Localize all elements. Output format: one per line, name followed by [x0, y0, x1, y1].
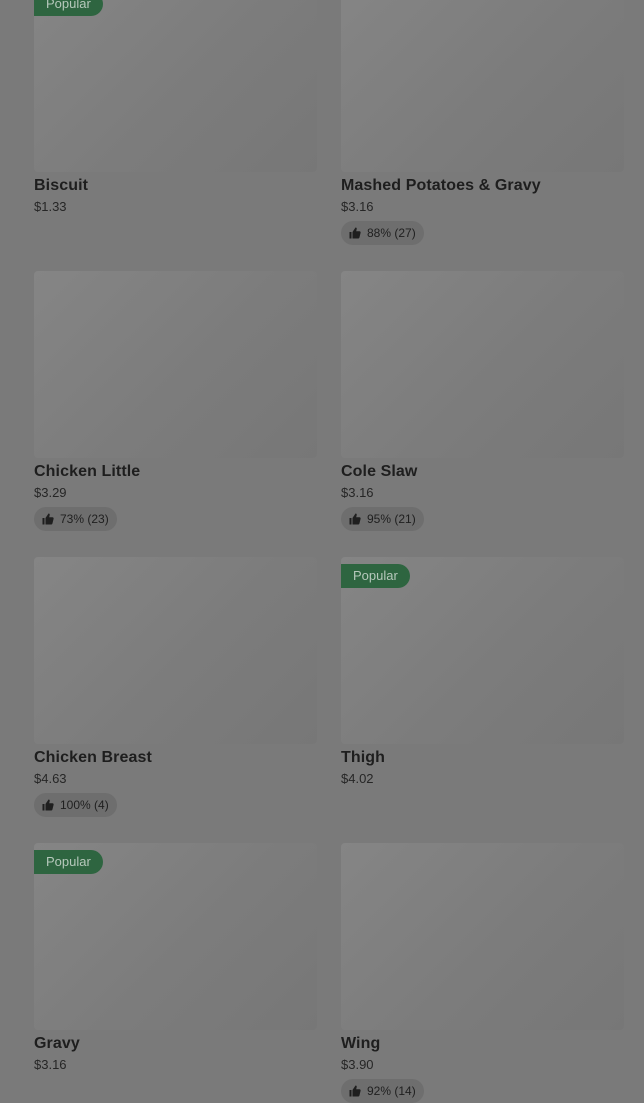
item-name: Chicken Breast — [34, 749, 152, 766]
item-name: Thigh — [341, 749, 386, 766]
item-price: $3.29 — [34, 485, 67, 500]
item-price: $3.90 — [341, 1057, 374, 1072]
rating-text: 88% (27) — [367, 226, 416, 240]
thumbs-up-icon — [42, 513, 54, 525]
thumbs-up-icon — [349, 513, 361, 525]
item-price: $3.16 — [341, 485, 374, 500]
rating-text: 73% (23) — [60, 512, 109, 526]
item-name: Wing — [341, 1035, 381, 1052]
menu-item-card[interactable]: Cole Slaw $3.16 95% (21) — [341, 271, 624, 531]
popular-badge: Popular — [34, 0, 103, 16]
item-price: $1.33 — [34, 199, 67, 214]
item-name: Mashed Potatoes & Gravy — [341, 177, 541, 194]
menu-item-card[interactable]: Chicken Little $3.29 73% (23) — [34, 271, 317, 531]
menu-item-card[interactable]: Chicken Breast $4.63 100% (4) — [34, 557, 317, 817]
popular-badge: Popular — [341, 564, 410, 588]
item-name: Cole Slaw — [341, 463, 418, 480]
rating-text: 100% (4) — [60, 798, 109, 812]
item-image — [341, 843, 624, 1030]
item-image: Popular — [34, 843, 317, 1030]
menu-item-card[interactable]: Popular Biscuit $1.33 — [34, 0, 317, 216]
rating-pill: 92% (14) — [341, 1079, 424, 1103]
rating-pill: 100% (4) — [34, 793, 117, 817]
item-image: Popular — [341, 557, 624, 744]
item-image: Popular — [34, 0, 317, 172]
rating-pill: 73% (23) — [34, 507, 117, 531]
rating-pill: 95% (21) — [341, 507, 424, 531]
item-price: $3.16 — [34, 1057, 67, 1072]
item-name: Biscuit — [34, 177, 89, 194]
item-image — [34, 557, 317, 744]
item-image — [341, 271, 624, 458]
item-image — [34, 271, 317, 458]
rating-text: 95% (21) — [367, 512, 416, 526]
menu-item-card[interactable]: Popular Gravy $3.16 — [34, 843, 317, 1074]
item-name: Chicken Little — [34, 463, 141, 480]
thumbs-up-icon — [349, 1085, 361, 1097]
thumbs-up-icon — [42, 799, 54, 811]
item-price: $3.16 — [341, 199, 374, 214]
item-price: $4.63 — [34, 771, 67, 786]
menu-item-card[interactable]: Wing $3.90 92% (14) — [341, 843, 624, 1103]
menu-item-card[interactable]: Popular Thigh $4.02 — [341, 557, 624, 788]
item-price: $4.02 — [341, 771, 374, 786]
rating-pill: 88% (27) — [341, 221, 424, 245]
popular-badge: Popular — [34, 850, 103, 874]
item-image — [341, 0, 624, 172]
thumbs-up-icon — [349, 227, 361, 239]
item-name: Gravy — [34, 1035, 80, 1052]
menu-item-card[interactable]: Mashed Potatoes & Gravy $3.16 88% (27) — [341, 0, 624, 245]
